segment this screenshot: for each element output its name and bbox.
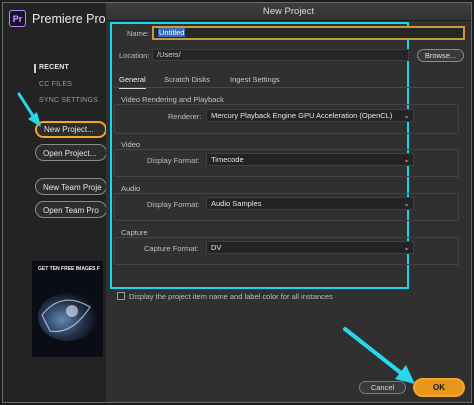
sidebar-item-recent[interactable]: RECENT xyxy=(34,64,69,73)
dialog-titlebar[interactable]: New Project xyxy=(106,3,471,21)
audio-display-format-select[interactable]: Audio Samples ⌄ xyxy=(206,197,414,210)
video-display-format-select[interactable]: Timecode ⌄ xyxy=(206,153,414,166)
location-field[interactable]: /Users/ xyxy=(152,49,409,61)
chevron-down-icon: ⌄ xyxy=(403,199,410,208)
dialog-title: New Project xyxy=(262,6,315,17)
sidebar-item-sync-settings[interactable]: SYNC SETTINGS xyxy=(39,97,98,104)
app-title: Premiere Pro xyxy=(32,11,106,26)
start-panel: Pr Premiere Pro RECENT CC FILES SYNC SET… xyxy=(3,3,108,402)
chevron-down-icon: ⌄ xyxy=(403,243,410,252)
chevron-down-icon: ⌄ xyxy=(403,111,410,120)
project-name-input[interactable]: Untitled xyxy=(152,26,465,40)
chevron-down-icon: ⌄ xyxy=(403,155,410,164)
name-label: Name: xyxy=(127,29,150,38)
capture-format-label: Capture Format: xyxy=(144,244,199,253)
promo-banner[interactable]: GET TEN FREE IMAGES F xyxy=(32,261,103,357)
capture-format-value: DV xyxy=(211,243,222,252)
sidebar-item-cc-files[interactable]: CC FILES xyxy=(39,81,72,88)
new-project-dialog: New Project Name: Untitled Location: /Us… xyxy=(106,3,471,402)
open-project-button[interactable]: Open Project... xyxy=(35,144,107,161)
renderer-value: Mercury Playback Engine GPU Acceleration… xyxy=(211,111,393,120)
display-label-color-text: Display the project item name and label … xyxy=(129,292,333,301)
app-brand: Pr Premiere Pro xyxy=(9,10,106,27)
cancel-button[interactable]: Cancel xyxy=(359,381,406,394)
location-label: Location: xyxy=(119,51,150,60)
open-team-project-button[interactable]: Open Team Pro xyxy=(35,201,107,218)
app-frame: Pr Premiere Pro RECENT CC FILES SYNC SET… xyxy=(2,2,472,403)
new-team-project-button[interactable]: New Team Proje xyxy=(35,178,107,195)
tab-ingest-settings[interactable]: Ingest Settings xyxy=(230,75,280,84)
capture-section-title: Capture xyxy=(121,228,148,237)
premiere-logo-icon: Pr xyxy=(9,10,26,27)
ok-button[interactable]: OK xyxy=(413,378,465,397)
project-name-value: Untitled xyxy=(158,28,186,37)
audio-display-format-label: Display Format: xyxy=(147,200,200,209)
video-rendering-section-title: Video Rendering and Playback xyxy=(121,95,224,104)
video-display-format-label: Display Format: xyxy=(147,156,200,165)
tab-scratch-disks[interactable]: Scratch Disks xyxy=(164,75,210,84)
tab-general[interactable]: General xyxy=(119,75,146,89)
new-project-button[interactable]: New Project... xyxy=(35,121,107,138)
audio-section-title: Audio xyxy=(121,184,141,193)
renderer-select[interactable]: Mercury Playback Engine GPU Acceleration… xyxy=(206,109,414,122)
renderer-label: Renderer: xyxy=(168,112,202,121)
video-section-title: Video xyxy=(121,140,141,149)
promo-text: GET TEN FREE IMAGES F xyxy=(38,266,100,272)
capture-format-select[interactable]: DV ⌄ xyxy=(206,241,414,254)
promo-image-icon xyxy=(38,293,98,341)
display-label-color-checkbox[interactable] xyxy=(117,292,125,300)
video-display-format-value: Timecode xyxy=(211,155,244,164)
browse-button[interactable]: Browse... xyxy=(417,49,464,62)
audio-display-format-value: Audio Samples xyxy=(211,199,262,208)
tab-divider xyxy=(114,87,464,88)
